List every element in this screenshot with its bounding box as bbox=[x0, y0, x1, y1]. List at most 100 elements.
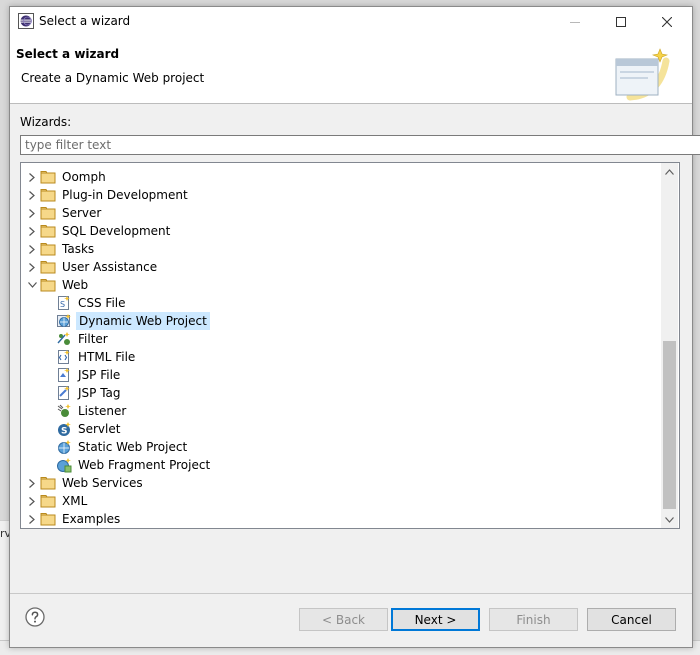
tree-item-label: Examples bbox=[62, 512, 121, 526]
tree-item[interactable]: S CSS File bbox=[56, 294, 128, 312]
tree-item-label: CSS File bbox=[78, 296, 126, 310]
folder-icon bbox=[40, 243, 56, 256]
chevron-right-icon[interactable] bbox=[24, 186, 40, 204]
tree-item[interactable]: S Servlet bbox=[56, 420, 122, 438]
chevron-right-icon[interactable] bbox=[24, 474, 40, 492]
maximize-button[interactable] bbox=[598, 7, 644, 37]
tree-item[interactable]: Examples bbox=[24, 510, 122, 528]
tree-item-label: Servlet bbox=[78, 422, 121, 436]
dynamic-web-project-icon bbox=[57, 314, 71, 327]
header-title: Select a wizard bbox=[16, 47, 120, 61]
web-fragment-project-icon bbox=[57, 458, 72, 473]
finish-button[interactable]: Finish bbox=[489, 608, 578, 631]
scrollbar-thumb[interactable] bbox=[663, 341, 676, 509]
folder-icon bbox=[40, 477, 56, 490]
folder-icon bbox=[40, 261, 56, 274]
tree-item[interactable]: Server bbox=[24, 204, 103, 222]
tree-item-label: Filter bbox=[78, 332, 108, 346]
folder-icon bbox=[40, 189, 56, 202]
tree-item[interactable]: Static Web Project bbox=[56, 438, 189, 456]
wizards-label: Wizards: bbox=[20, 115, 72, 129]
minimize-button[interactable] bbox=[552, 7, 598, 37]
minimize-icon bbox=[570, 22, 580, 23]
chevron-right-icon[interactable] bbox=[24, 222, 40, 240]
tree-item[interactable]: Web bbox=[24, 276, 90, 294]
chevron-down-icon[interactable] bbox=[24, 276, 40, 294]
window-title: Select a wizard bbox=[39, 14, 131, 28]
tree-item[interactable]: User Assistance bbox=[24, 258, 159, 276]
title-bar: Select a wizard bbox=[10, 7, 692, 37]
tree-item[interactable]: Tasks bbox=[24, 240, 96, 258]
tree-item[interactable]: Listener bbox=[56, 402, 128, 420]
chevron-up-icon bbox=[665, 168, 674, 175]
listener-icon bbox=[57, 404, 71, 417]
css-file-icon: S bbox=[58, 296, 70, 310]
vertical-scrollbar[interactable] bbox=[661, 163, 678, 528]
back-button[interactable]: < Back bbox=[299, 608, 388, 631]
tree-item-label: Dynamic Web Project bbox=[76, 312, 210, 330]
folder-icon bbox=[40, 279, 56, 292]
footer-separator bbox=[10, 593, 692, 594]
static-web-project-icon bbox=[58, 440, 71, 454]
tree-item[interactable]: Web Services bbox=[24, 474, 145, 492]
tree-item[interactable]: Dynamic Web Project bbox=[56, 312, 210, 330]
close-button[interactable] bbox=[644, 7, 690, 37]
wizard-banner-icon bbox=[615, 48, 670, 101]
tree-item-label: Oomph bbox=[62, 170, 106, 184]
chevron-right-icon[interactable] bbox=[24, 510, 40, 528]
chevron-down-icon bbox=[665, 516, 674, 523]
wizard-tree[interactable]: Oomph Plug-in Development Server SQL Develo… bbox=[20, 162, 680, 529]
tree-item-label: Listener bbox=[78, 404, 127, 418]
tree-item-label: SQL Development bbox=[62, 224, 171, 238]
chevron-right-icon[interactable] bbox=[24, 168, 40, 186]
tree-item[interactable]: Plug-in Development bbox=[24, 186, 190, 204]
tree-item[interactable]: SQL Development bbox=[24, 222, 172, 240]
tree-item-label: Plug-in Development bbox=[62, 188, 188, 202]
folder-icon bbox=[40, 495, 56, 508]
svg-text:S: S bbox=[61, 427, 67, 437]
tree-item-label: JSP Tag bbox=[78, 386, 121, 400]
tree-item-label: User Assistance bbox=[62, 260, 158, 274]
next-button[interactable]: Next > bbox=[391, 608, 480, 631]
jsp-tag-icon bbox=[58, 386, 70, 400]
tree-item[interactable]: XML bbox=[24, 492, 89, 510]
tree-item-label: Web bbox=[62, 278, 89, 292]
tree-item[interactable]: Web Fragment Project bbox=[56, 456, 212, 474]
tree-item-label: Web Fragment Project bbox=[78, 458, 211, 472]
help-button[interactable] bbox=[25, 607, 45, 627]
tree-item-label: XML bbox=[62, 494, 88, 508]
header-subtitle: Create a Dynamic Web project bbox=[21, 71, 205, 85]
filter-input[interactable] bbox=[20, 135, 700, 155]
maximize-icon bbox=[616, 17, 626, 27]
tree-item-label: Tasks bbox=[62, 242, 95, 256]
tree-item-label: Static Web Project bbox=[78, 440, 188, 454]
scroll-down-button[interactable] bbox=[661, 511, 678, 528]
scroll-up-button[interactable] bbox=[661, 163, 678, 180]
eclipse-app-icon bbox=[18, 13, 34, 29]
svg-text:S: S bbox=[60, 300, 65, 309]
html-file-icon bbox=[58, 350, 70, 364]
folder-icon bbox=[40, 225, 56, 238]
tree-item-label: HTML File bbox=[78, 350, 136, 364]
filter-icon bbox=[57, 332, 70, 345]
tree-item-label: Web Services bbox=[62, 476, 143, 490]
tree-item[interactable]: JSP File bbox=[56, 366, 122, 384]
chevron-right-icon[interactable] bbox=[24, 258, 40, 276]
folder-icon bbox=[40, 513, 56, 526]
tree-item-label: JSP File bbox=[78, 368, 121, 382]
jsp-file-icon bbox=[58, 368, 70, 382]
wizard-header: Select a wizard Create a Dynamic Web pro… bbox=[10, 37, 692, 104]
tree-item[interactable]: JSP Tag bbox=[56, 384, 123, 402]
wizard-dialog: Select a wizard Select a wizard Create a… bbox=[9, 6, 700, 648]
folder-icon bbox=[40, 207, 56, 220]
cancel-button[interactable]: Cancel bbox=[587, 608, 676, 631]
chevron-right-icon[interactable] bbox=[24, 492, 40, 510]
servlet-icon: S bbox=[58, 422, 71, 437]
tree-item[interactable]: Filter bbox=[56, 330, 110, 348]
chevron-right-icon[interactable] bbox=[24, 240, 40, 258]
folder-icon bbox=[40, 171, 56, 184]
tree-item[interactable]: Oomph bbox=[24, 168, 108, 186]
tree-item[interactable]: HTML File bbox=[56, 348, 137, 366]
tree-item-label: Server bbox=[62, 206, 102, 220]
chevron-right-icon[interactable] bbox=[24, 204, 40, 222]
